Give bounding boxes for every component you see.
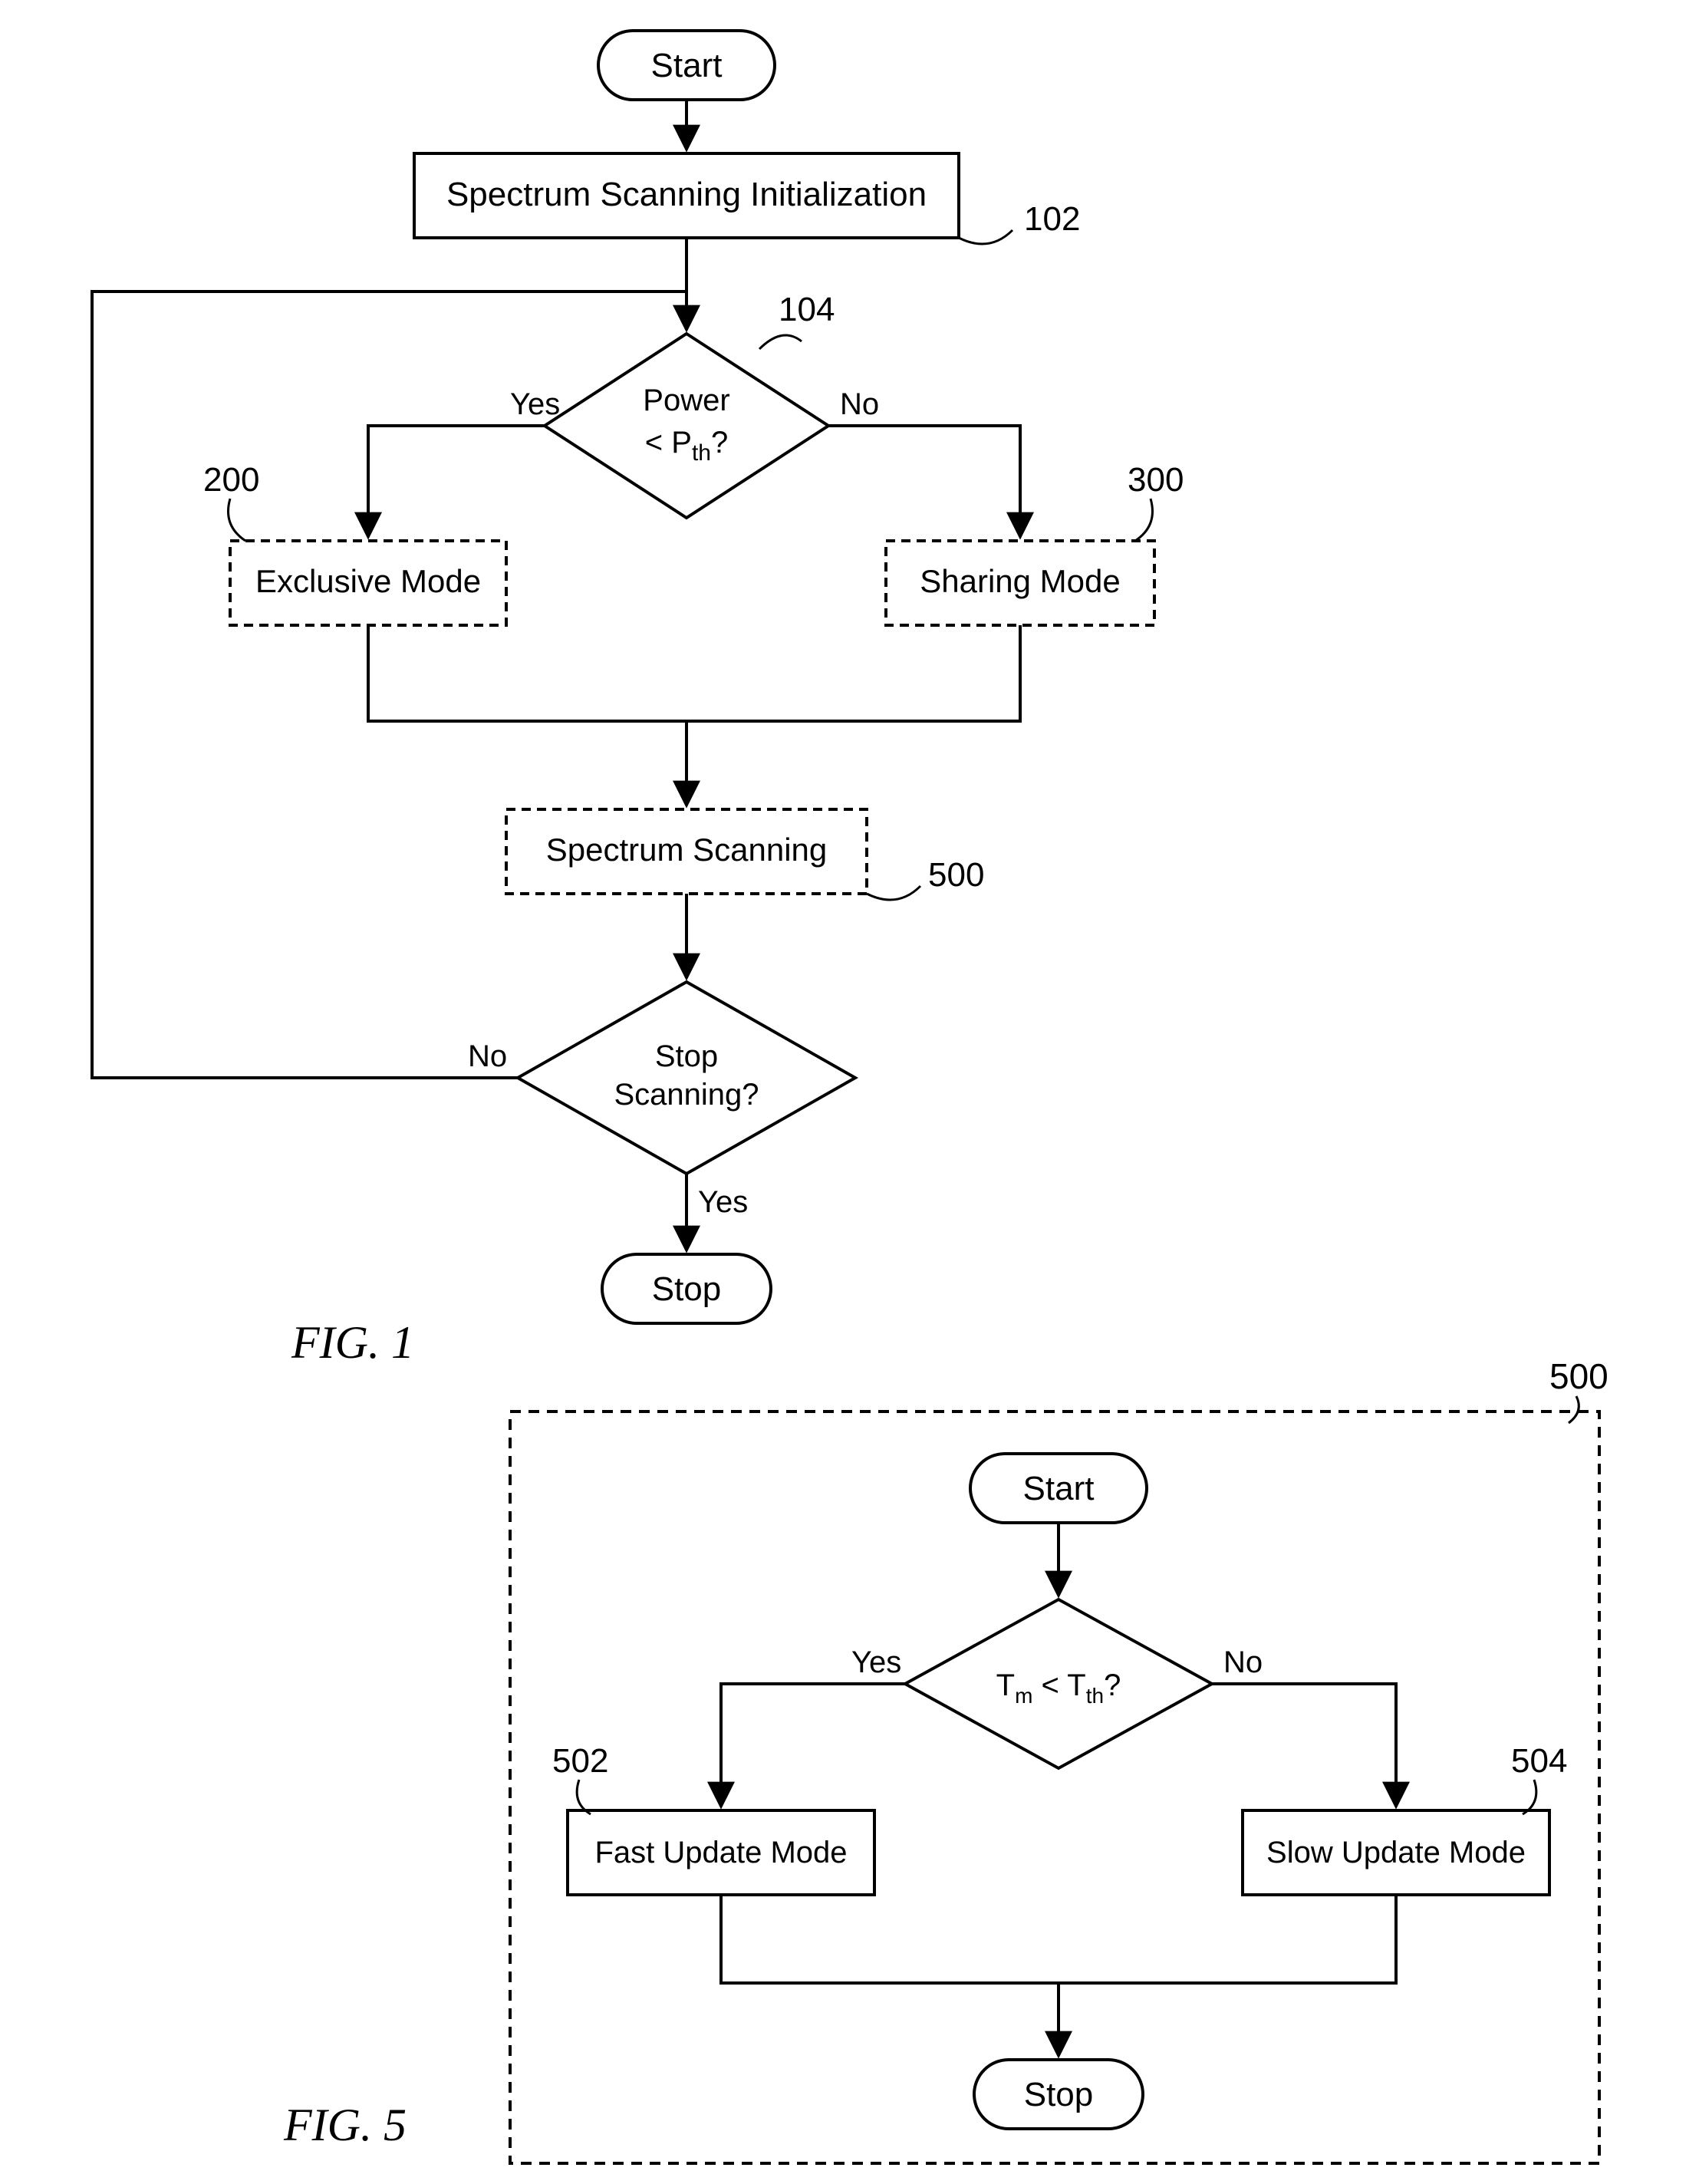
spectrum-scan-text: Spectrum Scanning — [546, 832, 828, 868]
stop-scanning-decision: Stop Scanning? — [518, 982, 855, 1174]
power-decision: Power < Pth? — [545, 334, 828, 518]
yes-down-label: Yes — [698, 1185, 748, 1219]
init-process: Spectrum Scanning Initialization — [414, 153, 959, 238]
stop-terminal-fig5: Stop — [974, 2060, 1143, 2129]
ref-500-container: 500 — [1549, 1356, 1608, 1396]
edge — [721, 1895, 1396, 1983]
ref-500: 500 — [928, 856, 984, 894]
spectrum-scanning-box: Spectrum Scanning — [506, 809, 867, 894]
ref-104: 104 — [779, 291, 835, 328]
stopq-line1: Stop — [655, 1039, 718, 1073]
edge — [828, 426, 1020, 537]
ref-leader — [867, 886, 920, 900]
yes5-label: Yes — [851, 1645, 901, 1679]
ref-102: 102 — [1024, 200, 1080, 238]
edge — [721, 1684, 905, 1807]
ref-leader — [1569, 1396, 1579, 1423]
no-label: No — [840, 387, 879, 421]
stop5-text: Stop — [1024, 2076, 1094, 2113]
start5-text: Start — [1023, 1470, 1095, 1507]
exclusive-text: Exclusive Mode — [255, 563, 481, 599]
ref-300: 300 — [1128, 461, 1184, 499]
ref-200: 200 — [203, 461, 259, 499]
ref-leader — [229, 499, 246, 541]
fast-text: Fast Update Mode — [594, 1836, 847, 1869]
ref-502: 502 — [552, 1742, 608, 1780]
stop-text: Stop — [652, 1270, 722, 1308]
edge-loopback — [92, 292, 687, 1078]
start-terminal-fig5: Start — [970, 1454, 1147, 1523]
fig1-label: FIG. 1 — [291, 1317, 414, 1368]
exclusive-mode-box: Exclusive Mode — [230, 541, 506, 625]
stopq-line2: Scanning? — [614, 1078, 759, 1112]
tm-decision: Tm < Tth? — [905, 1599, 1212, 1768]
ref-504: 504 — [1511, 1742, 1567, 1780]
ref-leader — [759, 335, 802, 349]
start-text: Start — [651, 47, 723, 84]
init-text: Spectrum Scanning Initialization — [446, 176, 927, 213]
edge — [368, 625, 1020, 721]
yes-label: Yes — [510, 387, 560, 421]
tm-text: Tm < Tth? — [996, 1668, 1121, 1708]
ref-leader — [1135, 499, 1153, 541]
sharing-mode-box: Sharing Mode — [886, 541, 1154, 625]
ref-leader — [959, 230, 1012, 244]
edge — [1212, 1684, 1396, 1807]
start-terminal-fig1: Start — [598, 31, 775, 100]
stop-terminal-fig1: Stop — [602, 1254, 771, 1323]
sharing-text: Sharing Mode — [920, 563, 1121, 599]
slow-text: Slow Update Mode — [1266, 1836, 1526, 1869]
no5-label: No — [1223, 1645, 1263, 1679]
power-label: Power — [643, 384, 729, 417]
power-cond: < Pth? — [645, 426, 728, 466]
fig5-label: FIG. 5 — [283, 2100, 407, 2150]
fast-update-box: Fast Update Mode — [568, 1810, 874, 1895]
slow-update-box: Slow Update Mode — [1243, 1810, 1549, 1895]
edge — [368, 426, 545, 537]
no-loop-label: No — [468, 1039, 507, 1073]
